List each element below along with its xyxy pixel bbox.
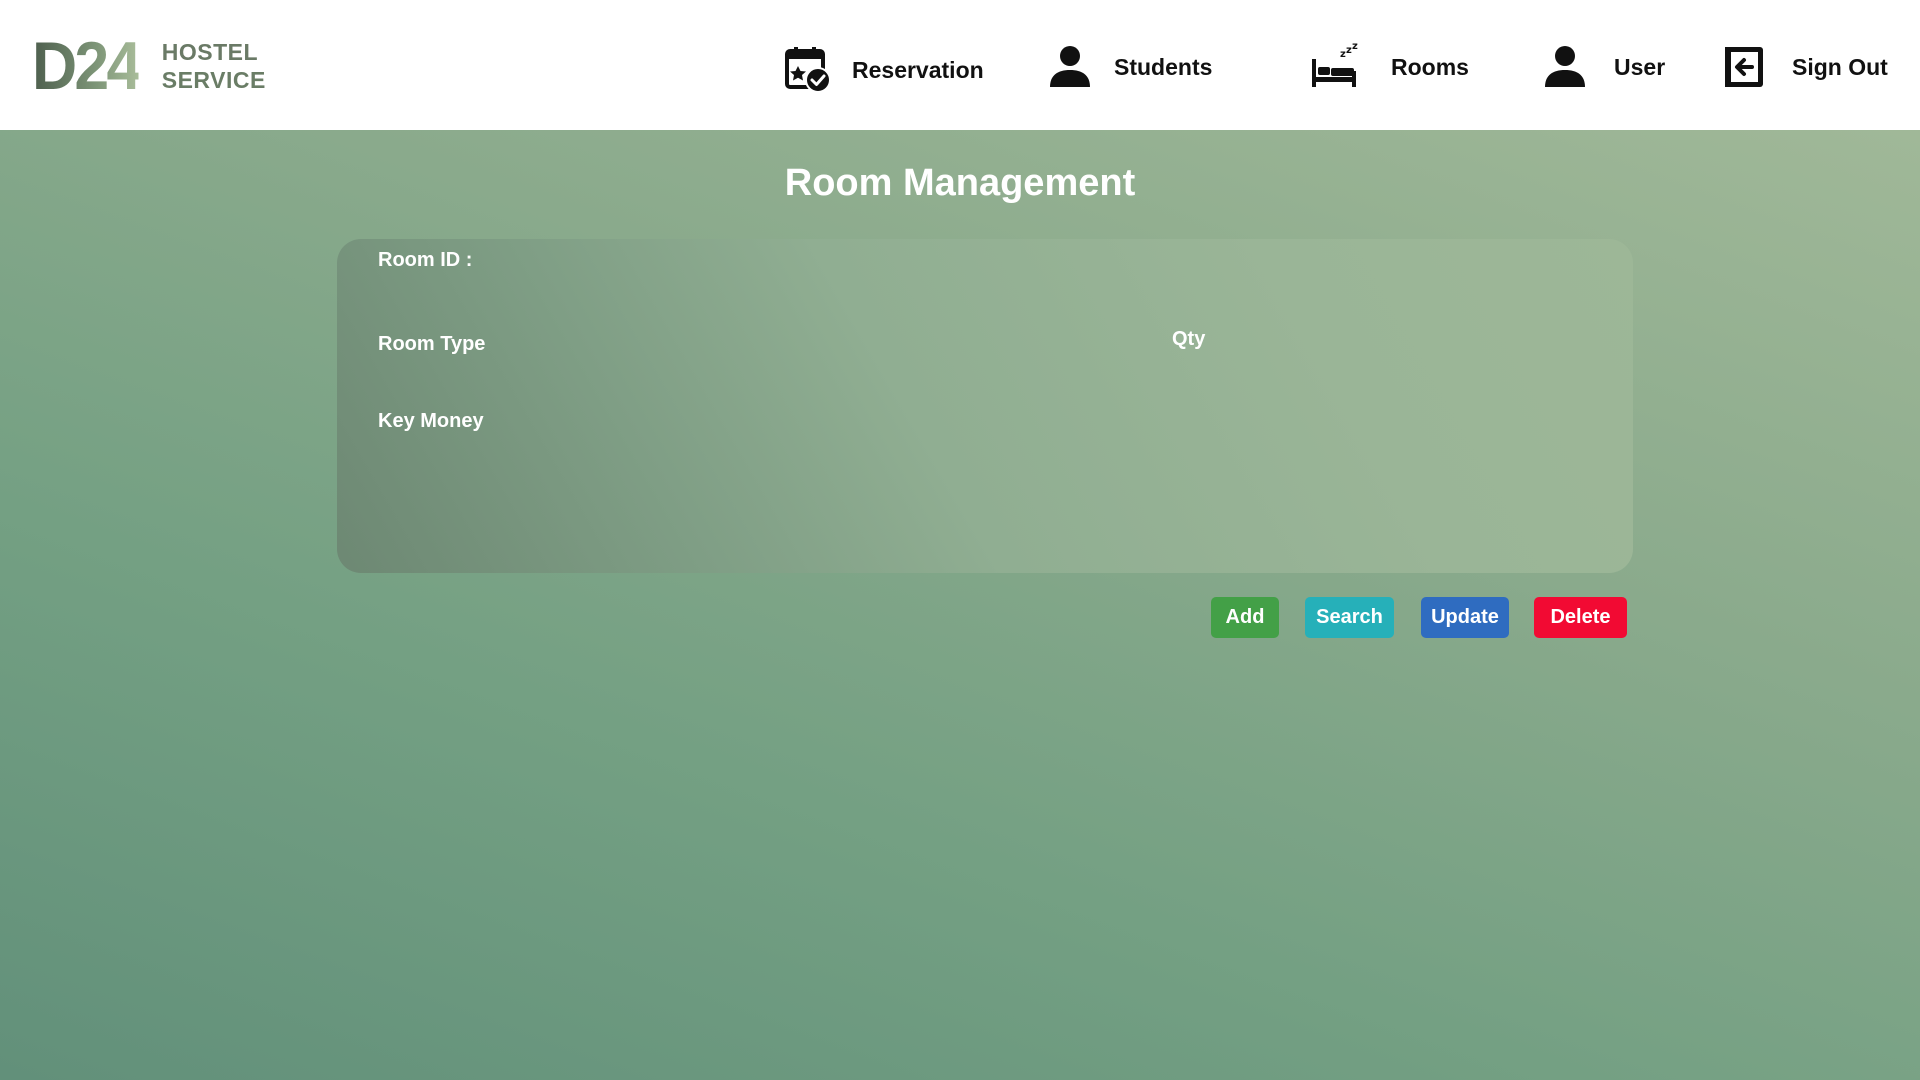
room-form-panel: Room ID : Room Type Qty Key Money xyxy=(337,239,1633,573)
bed-sleep-icon: z z z xyxy=(1310,43,1358,91)
logo-line-1: HOSTEL xyxy=(161,39,259,65)
reservation-check-icon xyxy=(784,46,832,94)
logo-mark: D24 xyxy=(32,28,141,104)
person-icon xyxy=(1046,43,1094,91)
nav-user[interactable]: User xyxy=(1541,43,1665,91)
delete-button[interactable]: Delete xyxy=(1534,597,1627,638)
nav-label-rooms: Rooms xyxy=(1391,53,1469,80)
nav-reservation[interactable]: Reservation xyxy=(784,46,984,94)
nav-label-sign-out: Sign Out xyxy=(1792,53,1888,80)
room-id-label: Room ID : xyxy=(378,249,473,271)
nav-students[interactable]: Students xyxy=(1046,43,1212,91)
sign-out-icon xyxy=(1720,43,1768,91)
qty-label: Qty xyxy=(1172,328,1206,350)
top-navbar: D24 HOSTEL SERVICE Reservation Students … xyxy=(0,0,1920,130)
person-icon xyxy=(1541,43,1589,91)
logo[interactable]: D24 HOSTEL SERVICE xyxy=(32,28,266,104)
nav-sign-out[interactable]: Sign Out xyxy=(1720,43,1888,91)
update-button[interactable]: Update xyxy=(1421,597,1509,638)
search-button[interactable]: Search xyxy=(1305,597,1394,638)
main-content: Room Management Room ID : Room Type Qty … xyxy=(0,130,1920,1080)
nav-label-reservation: Reservation xyxy=(852,56,984,83)
key-money-label: Key Money xyxy=(378,410,484,432)
nav-label-user: User xyxy=(1614,53,1666,80)
svg-text:z: z xyxy=(1352,43,1358,52)
logo-line-2: SERVICE xyxy=(161,67,266,93)
nav-rooms[interactable]: z z z Rooms xyxy=(1310,43,1469,91)
add-button[interactable]: Add xyxy=(1211,597,1279,638)
nav-label-students: Students xyxy=(1114,53,1213,80)
logo-text: HOSTEL SERVICE xyxy=(162,38,266,94)
page-title: Room Management xyxy=(784,162,1136,204)
room-type-label: Room Type xyxy=(378,333,486,355)
